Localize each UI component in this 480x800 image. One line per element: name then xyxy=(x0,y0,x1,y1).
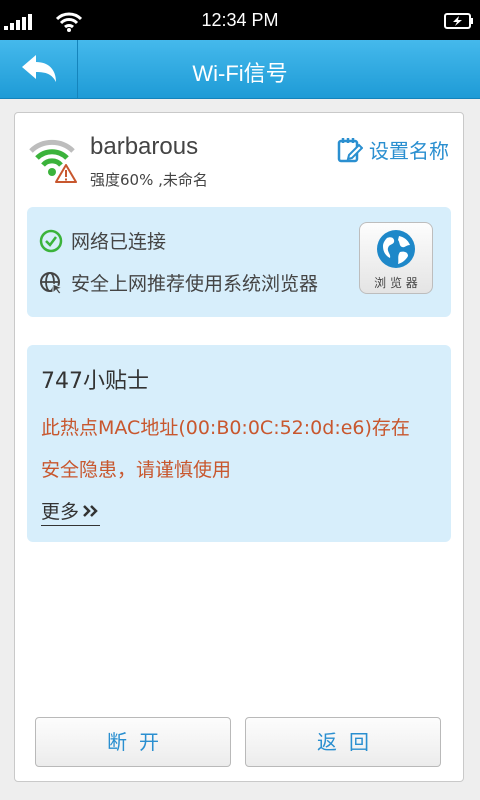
edit-note-icon xyxy=(337,137,363,162)
browser-button[interactable]: 浏 览 器 xyxy=(359,222,433,294)
title-bar: Wi-Fi信号 xyxy=(0,40,480,99)
wifi-strength-warning-icon xyxy=(29,139,77,183)
network-name: barbarous xyxy=(90,133,199,160)
tips-panel: 747小贴士 此热点MAC地址(00:B0:0C:52:0d:e6)存在 安全隐… xyxy=(27,345,451,542)
more-label: 更多 xyxy=(41,501,80,523)
browser-tip-row: 安全上网推荐使用系统浏览器 xyxy=(39,269,318,296)
check-circle-icon xyxy=(39,229,63,252)
connection-status-panel: 网络已连接 安全上网推荐使用系统浏览器 浏 览 器 xyxy=(27,207,451,317)
rename-label: 设置名称 xyxy=(369,139,449,163)
battery-charging-icon xyxy=(444,13,473,29)
connected-row: 网络已连接 xyxy=(39,227,166,254)
browser-button-label: 浏 览 器 xyxy=(374,276,418,290)
status-time: 12:34 PM xyxy=(201,10,279,30)
disconnect-button[interactable]: 断开 xyxy=(35,717,231,767)
page-title: Wi-Fi信号 xyxy=(192,61,288,86)
tip-warning-line2: 安全隐患，请谨慎使用 xyxy=(41,459,232,481)
tip-warning-line1: 此热点MAC地址(00:B0:0C:52:0d:e6)存在 xyxy=(41,417,410,439)
double-chevron-right-icon xyxy=(83,504,98,517)
more-link[interactable]: 更多 xyxy=(41,497,101,526)
tips-title: 747小贴士 xyxy=(41,369,149,394)
browser-tip-text: 安全上网推荐使用系统浏览器 xyxy=(71,273,319,295)
rename-button[interactable]: 设置名称 xyxy=(337,135,449,164)
globe-cursor-icon xyxy=(40,271,63,295)
connected-text: 网络已连接 xyxy=(71,231,167,253)
status-bar: 12:34 PM xyxy=(0,0,480,40)
return-button[interactable]: 返回 xyxy=(245,717,441,767)
network-details: 强度60% ,未命名 xyxy=(90,171,208,189)
browser-globe-icon xyxy=(377,230,415,268)
wifi-detail-card: barbarous 强度60% ,未命名 设置名称 网络已连接 安全上网推荐使用… xyxy=(14,112,464,782)
